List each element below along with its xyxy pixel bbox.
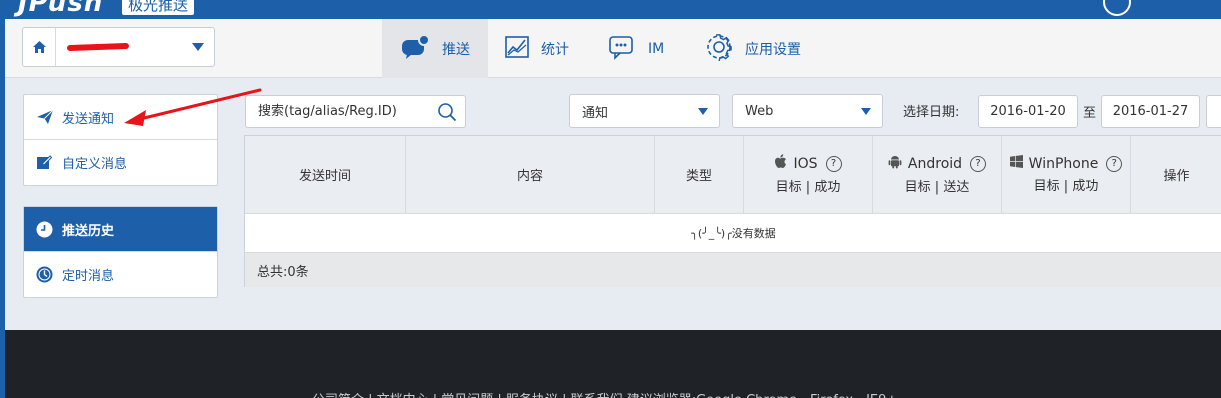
line-chart-icon bbox=[505, 35, 529, 62]
chevron-down-icon bbox=[698, 108, 708, 115]
date-range-label: 选择日期: bbox=[903, 105, 960, 120]
nav-stats-label: 统计 bbox=[541, 41, 569, 58]
column-ios-sub: 目标 | 成功 bbox=[775, 180, 841, 195]
message-type-value: 通知 bbox=[582, 105, 609, 121]
nav-app-settings[interactable]: 应用设置 bbox=[705, 19, 825, 78]
column-send-time: 发送时间 bbox=[245, 136, 406, 213]
home-icon[interactable] bbox=[23, 28, 56, 66]
sidebar-item-label: 自定义消息 bbox=[62, 157, 128, 172]
column-ios-label: IOS bbox=[793, 155, 818, 172]
column-android: Android ? 目标 | 送达 bbox=[873, 136, 1002, 213]
nav-im[interactable]: IM bbox=[608, 19, 688, 78]
chevron-down-icon bbox=[861, 108, 871, 115]
top-bar: JPush 极光推送 bbox=[0, 0, 1221, 19]
gear-icon bbox=[705, 33, 733, 65]
column-type-label: 类型 bbox=[685, 169, 712, 184]
send-plane-icon bbox=[36, 109, 54, 129]
platform-value: Web bbox=[745, 103, 774, 119]
nav-stats[interactable]: 统计 bbox=[505, 19, 595, 78]
help-icon[interactable]: ? bbox=[825, 155, 842, 172]
edit-icon bbox=[36, 154, 53, 174]
sidebar-item-label: 推送历史 bbox=[62, 223, 115, 239]
column-actions-label: 操作 bbox=[1163, 169, 1190, 184]
partial-button[interactable] bbox=[1206, 95, 1221, 128]
header: 推送 统计 IM 应用设置 bbox=[5, 19, 1221, 78]
sidebar-item-push-history[interactable]: 推送历史 bbox=[24, 207, 217, 252]
column-android-label: Android bbox=[907, 155, 963, 172]
search-input[interactable] bbox=[246, 96, 426, 127]
nav-app-settings-label: 应用设置 bbox=[745, 41, 801, 58]
android-icon bbox=[888, 154, 902, 173]
chat-bubble-icon bbox=[400, 33, 430, 64]
sidebar-item-custom-message[interactable]: 自定义消息 bbox=[24, 140, 217, 185]
sidebar-history-group: 推送历史 定时消息 bbox=[23, 206, 218, 298]
sidebar-item-label: 发送通知 bbox=[62, 111, 115, 127]
column-content: 内容 bbox=[406, 136, 655, 213]
sidebar-compose-group: 发送通知 自定义消息 bbox=[23, 94, 218, 186]
column-android-sub: 目标 | 送达 bbox=[904, 180, 970, 195]
footer-links[interactable]: 公司简介 | 文档中心 | 常见问题 | 服务协议 | 联系我们 建议浏览器:G… bbox=[312, 389, 897, 398]
column-actions: 操作 bbox=[1131, 136, 1221, 213]
date-separator: 至 bbox=[1083, 106, 1097, 121]
brand-subtitle: 极光推送 bbox=[122, 0, 195, 15]
nav-im-label: IM bbox=[648, 40, 665, 57]
app-selector[interactable] bbox=[22, 27, 215, 67]
clock-icon bbox=[36, 221, 53, 242]
date-from-input[interactable]: 2016-01-20 bbox=[978, 95, 1078, 128]
column-winphone: WinPhone ? 目标 | 成功 bbox=[1002, 136, 1131, 213]
platform-select[interactable]: Web bbox=[732, 94, 883, 128]
footer bbox=[5, 330, 1221, 398]
sidebar-item-scheduled-message[interactable]: 定时消息 bbox=[24, 252, 217, 297]
column-ios: IOS ? 目标 | 成功 bbox=[744, 136, 873, 213]
column-content-label: 内容 bbox=[516, 169, 543, 184]
apple-icon bbox=[774, 154, 787, 173]
column-winphone-sub: 目标 | 成功 bbox=[1033, 179, 1099, 194]
column-type: 类型 bbox=[655, 136, 744, 213]
date-to-input[interactable]: 2016-01-27 bbox=[1101, 95, 1200, 128]
table-total: 总共:0条 bbox=[245, 252, 1221, 287]
timer-icon bbox=[36, 266, 53, 287]
empty-state: ╮(╯_╰)╭没有数据 bbox=[691, 227, 776, 240]
chevron-down-icon[interactable] bbox=[192, 43, 204, 51]
nav-push[interactable]: 推送 bbox=[382, 19, 488, 78]
nav-push-label: 推送 bbox=[442, 41, 470, 58]
push-history-table: 发送时间 内容 类型 IOS ? 目标 | 成功 Android ? 目标 | … bbox=[244, 135, 1221, 287]
help-icon[interactable]: ? bbox=[1106, 155, 1123, 172]
search-icon[interactable] bbox=[437, 102, 457, 126]
brand-logo[interactable]: JPush bbox=[18, 0, 103, 18]
table-header: 发送时间 内容 类型 IOS ? 目标 | 成功 Android ? 目标 | … bbox=[245, 136, 1221, 214]
im-message-icon bbox=[608, 34, 636, 64]
search-box[interactable] bbox=[245, 95, 466, 128]
column-winphone-label: WinPhone bbox=[1028, 155, 1099, 172]
redaction-mark bbox=[66, 42, 130, 52]
message-type-select[interactable]: 通知 bbox=[569, 94, 720, 128]
sidebar-item-send-notification[interactable]: 发送通知 bbox=[24, 95, 217, 140]
column-send-time-label: 发送时间 bbox=[298, 169, 351, 184]
windows-icon bbox=[1009, 155, 1023, 172]
user-avatar-icon[interactable] bbox=[1103, 0, 1131, 16]
help-icon[interactable]: ? bbox=[970, 155, 987, 172]
sidebar-item-label: 定时消息 bbox=[62, 269, 115, 284]
